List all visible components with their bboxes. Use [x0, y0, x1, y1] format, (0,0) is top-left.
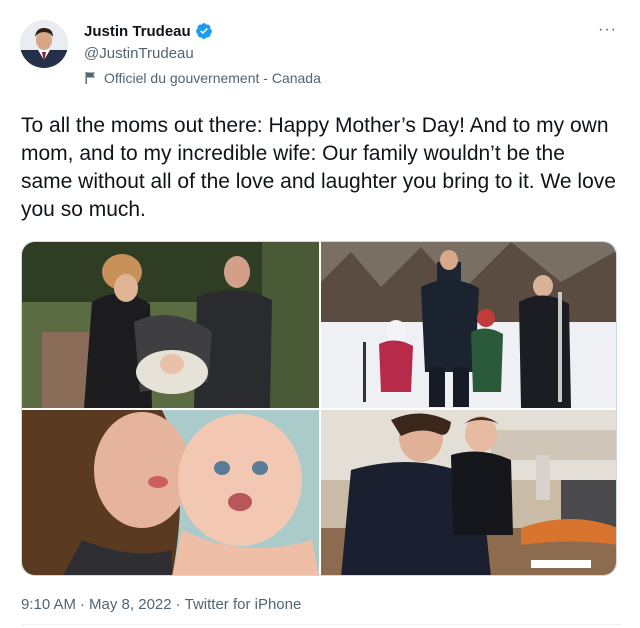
- author-display-name[interactable]: Justin Trudeau: [84, 23, 191, 40]
- photo-family-with-baby[interactable]: [22, 242, 319, 408]
- tweet: Justin Trudeau @JustinTrudeau Officiel d…: [0, 0, 640, 628]
- photo-mother-kissing-baby[interactable]: [22, 410, 319, 575]
- tweet-metadata: 9:10 AM · May 8, 2022 · Twitter for iPho…: [21, 596, 301, 613]
- photo-family-skiing[interactable]: [321, 242, 616, 408]
- tweet-source[interactable]: Twitter for iPhone: [185, 596, 302, 613]
- metadata-separator: ·: [175, 596, 181, 613]
- tweet-time[interactable]: 9:10 AM: [21, 596, 76, 613]
- metadata-separator: ·: [80, 596, 86, 613]
- author-name-row: Justin Trudeau: [84, 22, 213, 40]
- more-options-icon[interactable]: ···: [598, 22, 617, 38]
- government-label-text: Officiel du gouvernement - Canada: [104, 70, 321, 86]
- divider: [21, 624, 621, 625]
- tweet-text: To all the moms out there: Happy Mother’…: [21, 114, 616, 221]
- verified-badge-icon: [195, 22, 213, 40]
- author-handle[interactable]: @JustinTrudeau: [84, 45, 194, 62]
- photo-cooking-in-kitchen[interactable]: [321, 410, 616, 575]
- media-grid: [21, 241, 617, 576]
- government-label[interactable]: Officiel du gouvernement - Canada: [84, 70, 321, 86]
- author-avatar[interactable]: [20, 20, 68, 68]
- flag-icon: [84, 71, 98, 85]
- tweet-date[interactable]: May 8, 2022: [89, 596, 172, 613]
